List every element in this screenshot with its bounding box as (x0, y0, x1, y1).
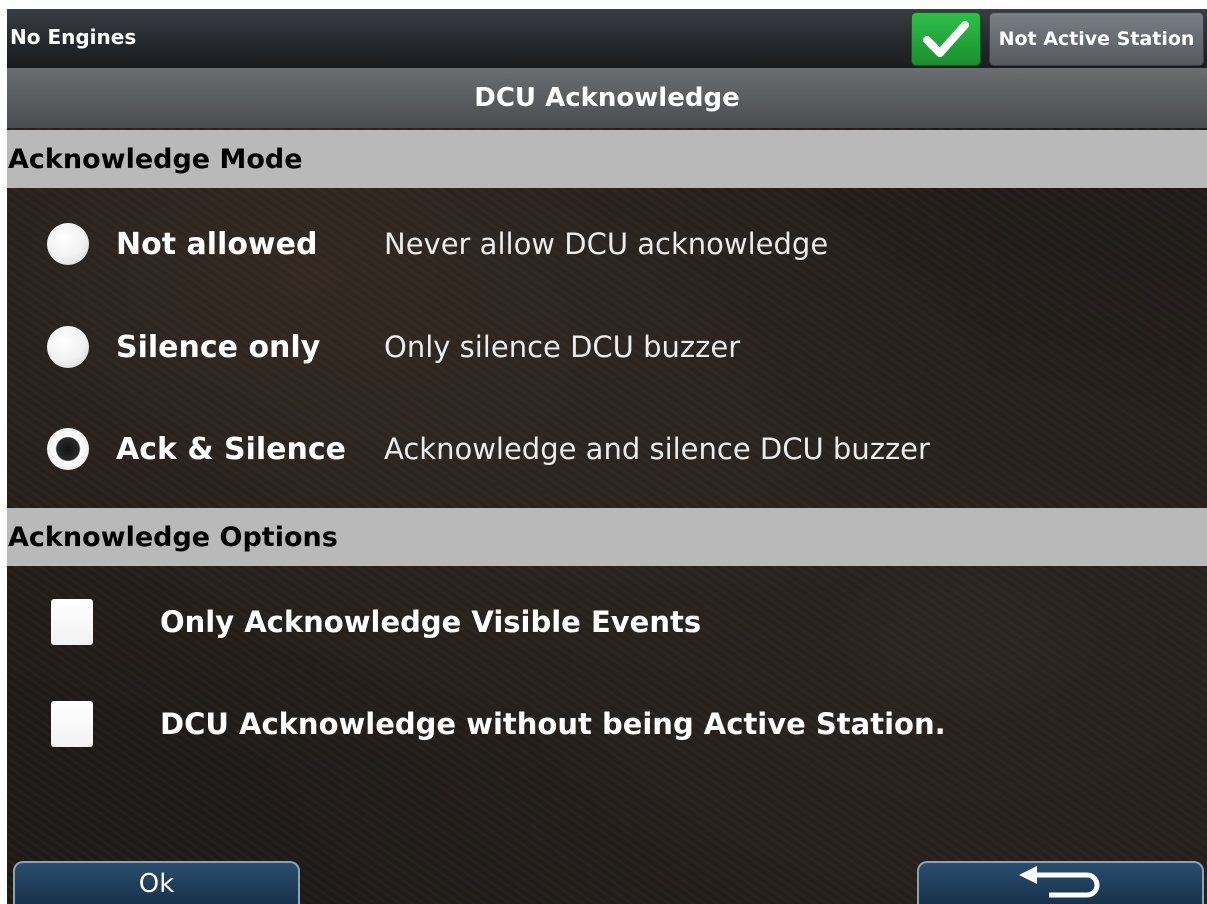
checkbox-option-without-active-station[interactable]: DCU Acknowledge without being Active Sta… (51, 698, 1151, 750)
acknowledge-mode-header: Acknowledge Mode (7, 130, 1207, 188)
dcu-acknowledge-screen: No Engines Not Active Station DCU Acknow… (7, 9, 1207, 904)
checkbox[interactable] (51, 599, 93, 645)
radio-button-selected[interactable] (47, 428, 89, 470)
radio-option-label: Not allowed (116, 226, 318, 262)
back-button[interactable] (917, 861, 1204, 904)
checkbox-label: DCU Acknowledge without being Active Sta… (160, 707, 946, 741)
acknowledge-options-header-label: Acknowledge Options (8, 521, 338, 553)
ok-button-label: Ok (138, 868, 175, 899)
active-station-button[interactable]: Not Active Station (989, 12, 1204, 66)
radio-option-description: Only silence DCU buzzer (384, 330, 741, 364)
title-bar: DCU Acknowledge (7, 68, 1207, 128)
checkbox[interactable] (51, 701, 93, 747)
radio-option-ack-silence[interactable]: Ack & Silence Acknowledge and silence DC… (47, 419, 1147, 479)
radio-option-label: Silence only (116, 329, 321, 365)
checkmark-icon (923, 21, 969, 57)
page-title: DCU Acknowledge (474, 83, 740, 113)
confirm-check-button[interactable] (911, 12, 981, 66)
radio-option-not-allowed[interactable]: Not allowed Never allow DCU acknowledge (47, 214, 1147, 274)
radio-button[interactable] (47, 223, 89, 265)
radio-option-description: Acknowledge and silence DCU buzzer (384, 432, 930, 466)
ok-button[interactable]: Ok (13, 861, 300, 904)
checkbox-label: Only Acknowledge Visible Events (160, 605, 702, 639)
acknowledge-options-header: Acknowledge Options (7, 508, 1207, 566)
radio-option-description: Never allow DCU acknowledge (384, 227, 829, 261)
radio-button[interactable] (47, 326, 89, 368)
checkbox-option-visible-events[interactable]: Only Acknowledge Visible Events (51, 596, 1151, 648)
acknowledge-mode-header-label: Acknowledge Mode (8, 143, 303, 175)
back-arrow-icon (1018, 865, 1099, 897)
radio-option-label: Ack & Silence (116, 431, 347, 467)
radio-option-silence-only[interactable]: Silence only Only silence DCU buzzer (47, 317, 1147, 377)
status-bar: No Engines Not Active Station (7, 9, 1207, 68)
engine-status-text: No Engines (10, 25, 137, 49)
